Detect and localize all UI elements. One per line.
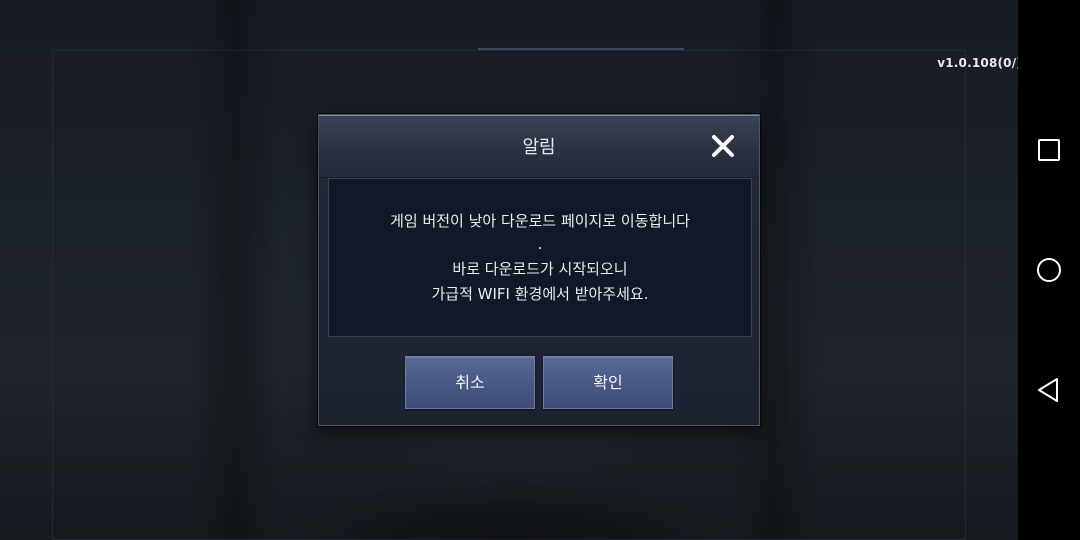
home-button[interactable]: [1035, 256, 1063, 284]
dialog-title: 알림: [522, 137, 556, 158]
game-screen: v1.0.108(0/) 알림 게임 버전이 낮아 다운로드 페이지로 이동합니…: [0, 0, 1080, 540]
confirm-button[interactable]: 확인: [543, 356, 673, 409]
home-circle-icon: [1037, 258, 1061, 282]
back-triangle-icon: [1038, 378, 1058, 402]
message-box: 게임 버전이 낮아 다운로드 페이지로 이동합니다 . 바로 다운로드가 시작되…: [328, 178, 752, 337]
version-label: v1.0.108(0/): [937, 56, 1022, 70]
android-nav-bar: [1018, 0, 1080, 540]
dialog-header: 알림: [319, 115, 759, 178]
cancel-button[interactable]: 취소: [405, 356, 535, 409]
close-button[interactable]: [707, 130, 739, 162]
message-line: 가급적 WIFI 환경에서 받아주세요.: [431, 285, 649, 303]
back-button[interactable]: [1035, 376, 1063, 404]
message-line: 바로 다운로드가 시작되오니: [452, 260, 628, 278]
close-icon: [712, 135, 734, 157]
notice-dialog: 알림 게임 버전이 낮아 다운로드 페이지로 이동합니다 . 바로 다운로드가 …: [318, 114, 760, 426]
recents-square-icon: [1038, 139, 1060, 161]
recents-button[interactable]: [1035, 136, 1063, 164]
message-line: .: [537, 235, 543, 253]
message-line: 게임 버전이 낮아 다운로드 페이지로 이동합니다: [390, 212, 690, 230]
